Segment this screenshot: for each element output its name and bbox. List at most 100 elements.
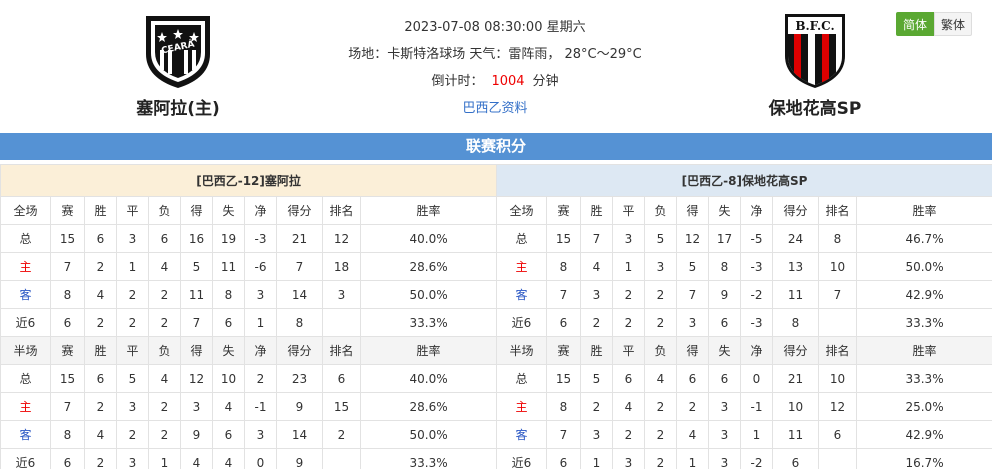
stat-cell: 1: [244, 308, 277, 337]
stat-cell: 5: [676, 252, 709, 281]
stat-cell: 0: [244, 448, 277, 469]
stat-cell: 16.7%: [855, 448, 992, 469]
stat-cell: 3: [116, 224, 149, 253]
stat-cell: 6: [84, 224, 117, 253]
home-standings-table: [巴西乙-12]塞阿拉 全场赛胜平负得失净得分 排名 胜率总 15 6 3 6 16 19 -3 21…: [0, 164, 498, 469]
fulltime-row-last6: 近6 6 2 2 2 7 6 1 8 33.3%: [0, 308, 498, 337]
stat-cell: 5: [580, 364, 613, 393]
stat-cell: 4: [180, 448, 213, 469]
stat-cell: 33.3%: [855, 364, 992, 393]
stat-cell: 9: [180, 420, 213, 449]
home-team: CEARÁ 塞阿拉(主): [98, 10, 258, 119]
column-header: 排名: [322, 336, 361, 365]
league-info-link[interactable]: 巴西乙资料: [462, 101, 527, 116]
stat-cell: 10: [818, 364, 857, 393]
stat-cell: 4: [84, 420, 117, 449]
stat-cell: -2: [740, 448, 773, 469]
stat-cell: 3: [116, 448, 149, 469]
stat-cell: 28.6%: [359, 392, 498, 421]
column-header: 失: [212, 196, 245, 225]
stat-cell: 0: [740, 364, 773, 393]
stat-cell: -6: [244, 252, 277, 281]
stat-cell: 2: [148, 308, 181, 337]
stat-cell: 1: [612, 252, 645, 281]
stat-cell: 6: [708, 308, 741, 337]
stat-cell: [322, 308, 361, 337]
stat-cell: -3: [740, 252, 773, 281]
fulltime-row-home: 主 7 2 1 4 5 11 -6 7 18 28.6%: [0, 252, 498, 281]
fulltime-header-row: 全场赛胜平负得失净得分 排名 胜率: [496, 196, 992, 225]
stat-cell: 19: [212, 224, 245, 253]
stat-cell: 2: [84, 448, 117, 469]
stat-cell: 3: [612, 448, 645, 469]
row-label: 客: [0, 280, 51, 309]
stat-cell: 6: [212, 308, 245, 337]
stat-cell: 6: [772, 448, 819, 469]
stat-cell: 2: [116, 308, 149, 337]
stat-cell: 10: [818, 252, 857, 281]
stat-cell: 7: [276, 252, 323, 281]
stat-cell: [322, 448, 361, 469]
away-team-logo[interactable]: B.F.C.: [775, 10, 855, 90]
stat-cell: 6: [546, 448, 581, 469]
column-header: 得: [676, 196, 709, 225]
lang-traditional-button[interactable]: 繁体: [934, 12, 973, 36]
stat-cell: 8: [708, 252, 741, 281]
row-label: 近6: [0, 448, 51, 469]
stat-cell: 2: [580, 308, 613, 337]
row-label: 近6: [496, 308, 547, 337]
stat-cell: 2: [148, 280, 181, 309]
halftime-row-last6: 近6 6 1 3 2 1 3 -2 6 16.7%: [496, 448, 992, 469]
lang-simplified-button[interactable]: 简体: [896, 12, 935, 36]
column-header: 全场: [0, 196, 51, 225]
stat-cell: 2: [644, 448, 677, 469]
stat-cell: 6: [818, 420, 857, 449]
row-label: 总: [0, 364, 51, 393]
halftime-row-home: 主 7 2 3 2 3 4 -1 9 15 28.6%: [0, 392, 498, 421]
stat-cell: 11: [212, 252, 245, 281]
stat-cell: 21: [772, 364, 819, 393]
stat-cell: 7: [818, 280, 857, 309]
stat-cell: 6: [50, 448, 85, 469]
row-label: 总: [0, 224, 51, 253]
stat-cell: 6: [546, 308, 581, 337]
stat-cell: 7: [50, 252, 85, 281]
stat-cell: 2: [116, 280, 149, 309]
column-header: 半场: [496, 336, 547, 365]
stat-cell: -1: [740, 392, 773, 421]
stat-cell: [818, 308, 857, 337]
stat-cell: 17: [708, 224, 741, 253]
column-header: 赛: [546, 336, 581, 365]
stat-cell: 3: [180, 392, 213, 421]
stat-cell: 8: [546, 252, 581, 281]
stat-cell: 4: [212, 392, 245, 421]
countdown-value: 1004: [491, 74, 525, 89]
away-team-name[interactable]: 保地花高SP: [735, 94, 895, 119]
halftime-row-last6: 近6 6 2 3 1 4 4 0 9 33.3%: [0, 448, 498, 469]
stat-cell: 50.0%: [855, 252, 992, 281]
column-header: 得: [676, 336, 709, 365]
column-header: 失: [212, 336, 245, 365]
away-team: B.F.C. 保地花高SP: [735, 10, 895, 119]
stat-cell: 3: [676, 308, 709, 337]
stat-cell: 3: [708, 448, 741, 469]
row-label: 客: [496, 280, 547, 309]
stat-cell: 2: [148, 392, 181, 421]
stat-cell: 4: [84, 280, 117, 309]
stat-cell: -2: [740, 280, 773, 309]
column-header: 负: [148, 336, 181, 365]
row-label: 主: [496, 252, 547, 281]
stat-cell: 2: [612, 280, 645, 309]
ceara-crest-icon: CEARÁ: [146, 16, 210, 88]
home-team-logo[interactable]: CEARÁ: [138, 10, 218, 90]
match-venue-weather: 场地：卡斯特洛球场 天气：雷阵雨， 28°C～29°C: [348, 47, 642, 62]
fulltime-row-away: 客 8 4 2 2 11 8 3 14 3 50.0%: [0, 280, 498, 309]
column-header: 赛: [50, 336, 85, 365]
stat-cell: 12: [180, 364, 213, 393]
stat-cell: 14: [276, 280, 323, 309]
column-header: 得: [180, 196, 213, 225]
stat-cell: 50.0%: [359, 420, 498, 449]
away-standings-panel: [巴西乙-8]保地花高SP 全场赛胜平负得失净得分 排名 胜率总 15 7 3 5 12 17 -5…: [495, 164, 992, 469]
home-team-name[interactable]: 塞阿拉(主): [98, 94, 258, 119]
stat-cell: 2: [580, 392, 613, 421]
